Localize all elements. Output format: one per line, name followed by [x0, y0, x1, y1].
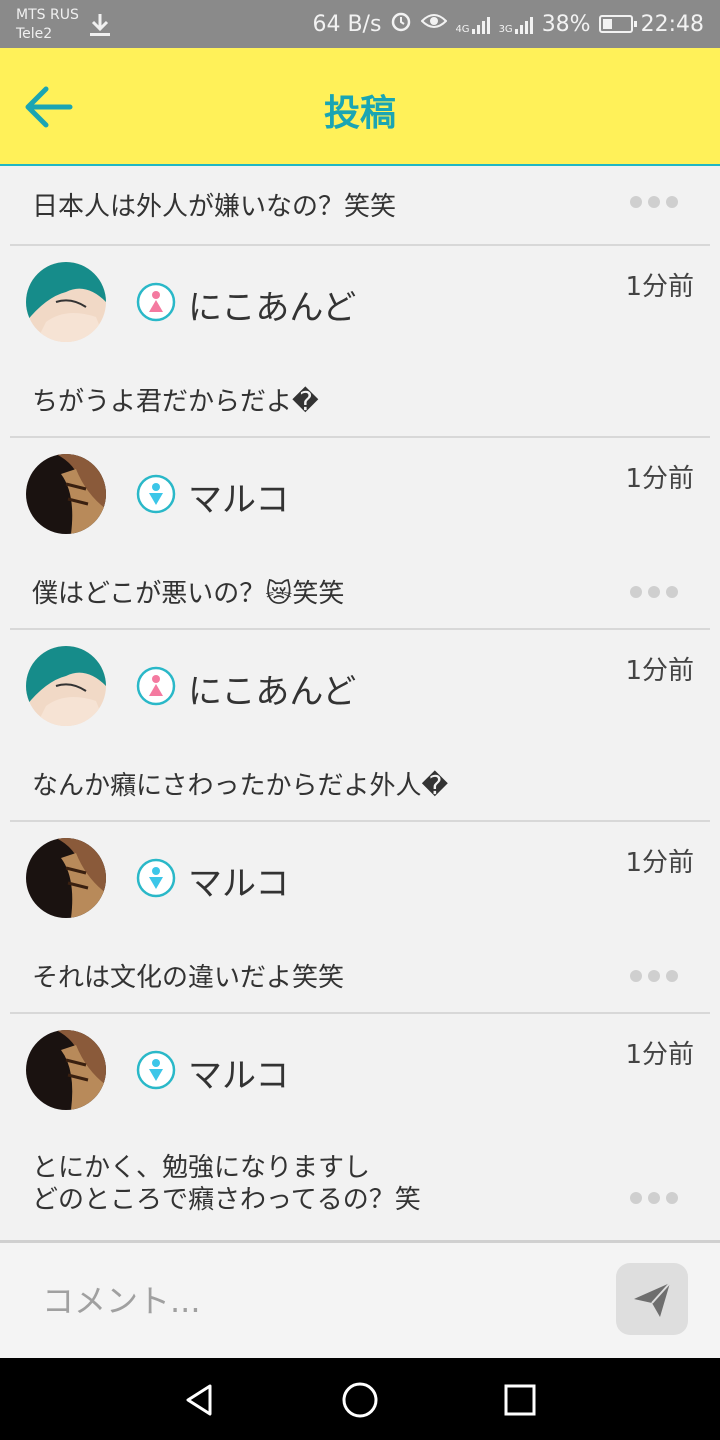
- alarm-icon: [389, 9, 413, 39]
- eye-icon: [421, 11, 448, 37]
- more-options-icon[interactable]: [630, 970, 678, 982]
- comment-item: にこあんど 1分前 なんか癪にさわったからだよ外人�: [10, 630, 710, 822]
- send-icon: [634, 1282, 671, 1317]
- avatar[interactable]: [26, 838, 106, 918]
- timestamp: 1分前: [625, 1040, 694, 1070]
- avatar[interactable]: [26, 1030, 106, 1110]
- comment-item: マルコ 1分前 それは文化の違いだよ笑笑: [10, 822, 710, 1014]
- signal-2-label: 3G: [498, 23, 513, 35]
- signal-1-label: 4G: [455, 23, 470, 35]
- status-bar: MTS RUS Tele2 64 B/s 4G 3G 38% 22:48: [0, 0, 720, 48]
- username[interactable]: にこあんど: [188, 280, 356, 329]
- comment-item: マルコ 1分前 僕はどこが悪いの？😿笑笑: [10, 438, 710, 630]
- timestamp: 1分前: [625, 464, 694, 494]
- avatar[interactable]: [26, 646, 106, 726]
- comment-text: それは文化の違いだよ笑笑: [32, 963, 345, 993]
- comment-text-line: どのところで癪さわってるの？笑: [32, 1185, 421, 1215]
- net-speed: 64 B/s: [312, 11, 382, 37]
- comment-text: とにかく、勉強になりますし どのところで癪さわってるの？笑: [32, 1152, 421, 1216]
- comment-input[interactable]: [40, 1273, 584, 1329]
- comment-text: 僕はどこが悪いの？😿笑笑: [32, 579, 345, 609]
- download-icon: [88, 12, 112, 44]
- clock: 22:48: [640, 11, 704, 37]
- status-right: 64 B/s 4G 3G 38% 22:48: [312, 0, 704, 48]
- comment-list[interactable]: 日本人は外人が嫌いなの？笑笑 にこあんど 1分前 ちがうよ君だからだよ� マルコ…: [0, 166, 720, 1238]
- username[interactable]: マルコ: [188, 856, 289, 905]
- username[interactable]: マルコ: [188, 1048, 289, 1097]
- comment-text: ちがうよ君だからだよ�: [32, 387, 319, 417]
- home-circle-icon[interactable]: [340, 1380, 380, 1420]
- battery-fill: [602, 19, 613, 29]
- carrier-info: MTS RUS Tele2: [16, 6, 79, 44]
- username[interactable]: にこあんど: [188, 664, 356, 713]
- more-options-icon[interactable]: [630, 1192, 678, 1204]
- female-icon: [136, 666, 176, 706]
- carrier-secondary: Tele2: [16, 26, 53, 42]
- avatar[interactable]: [26, 262, 106, 342]
- comment-item: マルコ 1分前 とにかく、勉強になりますし どのところで癪さわってるの？笑: [10, 1014, 710, 1238]
- battery-icon: [598, 15, 637, 33]
- male-icon: [136, 474, 176, 514]
- system-nav-bar: [0, 1358, 720, 1440]
- signal-icon: 4G: [455, 14, 490, 35]
- recents-square-icon[interactable]: [500, 1380, 540, 1420]
- female-icon: [136, 282, 176, 322]
- timestamp: 1分前: [625, 272, 694, 302]
- username[interactable]: マルコ: [188, 472, 289, 521]
- signal-icon-2: 3G: [499, 14, 534, 35]
- app-header: 投稿: [0, 48, 720, 166]
- comment-bar: [0, 1240, 720, 1358]
- battery-percent: 38%: [541, 11, 591, 37]
- timestamp: 1分前: [625, 848, 694, 878]
- send-button[interactable]: [616, 1263, 688, 1335]
- original-post: 日本人は外人が嫌いなの？笑笑: [10, 166, 710, 246]
- comment-text-line: とにかく、勉強になりますし: [32, 1153, 371, 1183]
- avatar[interactable]: [26, 454, 106, 534]
- carrier-primary: MTS RUS: [16, 7, 79, 23]
- male-icon: [136, 1050, 176, 1090]
- comment-text: なんか癪にさわったからだよ外人�: [32, 771, 449, 801]
- page-title: 投稿: [323, 93, 396, 134]
- more-options-icon[interactable]: [630, 196, 678, 208]
- more-options-icon[interactable]: [630, 586, 678, 598]
- back-triangle-icon[interactable]: [180, 1380, 220, 1420]
- male-icon: [136, 858, 176, 898]
- post-text: 日本人は外人が嫌いなの？笑笑: [32, 192, 397, 222]
- timestamp: 1分前: [625, 656, 694, 686]
- comment-item: にこあんど 1分前 ちがうよ君だからだよ�: [10, 246, 710, 438]
